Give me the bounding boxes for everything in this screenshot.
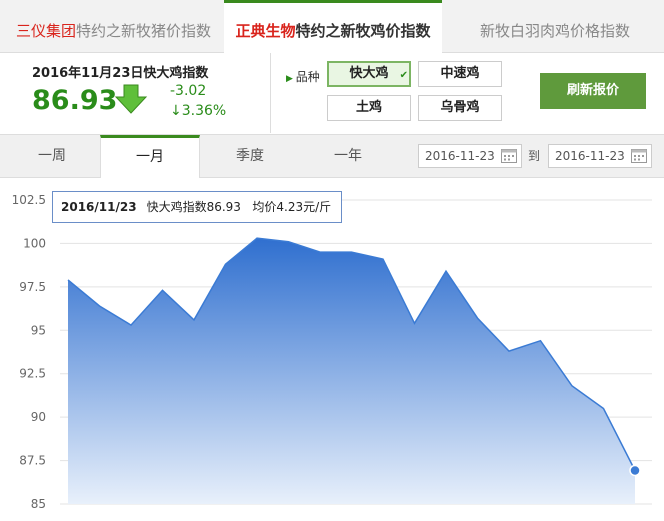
tab-chicken-index[interactable]: 正典生物特约之新牧鸡价指数: [224, 0, 442, 53]
y-tick-label: 90: [31, 410, 46, 424]
calendar-icon[interactable]: [631, 149, 647, 163]
check-icon: ✔: [399, 70, 408, 81]
y-tick-label: 85: [31, 497, 46, 511]
y-tick-label: 97.5: [19, 280, 46, 294]
index-title: 2016年11月23日快大鸡指数: [32, 66, 209, 81]
option-label: 快大鸡: [349, 66, 389, 81]
y-tick-label: 102.5: [12, 193, 46, 207]
chart-area: [68, 238, 635, 504]
period-tab-quarter[interactable]: 季度: [200, 135, 300, 177]
period-tab-year[interactable]: 一年: [298, 135, 398, 177]
period-tab-month[interactable]: 一月: [100, 135, 200, 178]
variety-option-wugu[interactable]: 乌骨鸡: [418, 95, 502, 121]
tooltip-avg-price: 均价4.23元/斤: [252, 200, 332, 214]
tab-pig-index[interactable]: 三仪集团特约之新牧猪价指数: [16, 0, 211, 52]
tooltip-date: 2016/11/23: [61, 200, 137, 214]
tab-brand: 正典生物: [235, 22, 296, 40]
index-info-panel: 2016年11月23日快大鸡指数 86.93 -3.02 ↓3.36% ▶ 品种…: [0, 53, 664, 133]
date-from-input[interactable]: 2016-11-23: [418, 144, 522, 168]
variety-label: ▶ 品种: [286, 68, 320, 85]
index-value: 86.93: [32, 85, 118, 116]
y-tick-label: 95: [31, 323, 46, 337]
variety-option-tuji[interactable]: 土鸡: [327, 95, 411, 121]
date-from-text: 2016-11-23: [425, 149, 495, 163]
tab-label: 特约之新牧鸡价指数: [295, 22, 431, 40]
index-change: -3.02 ↓3.36%: [170, 81, 226, 121]
change-percent: ↓3.36%: [170, 103, 227, 119]
change-value: -3.02: [170, 83, 207, 99]
y-tick-label: 87.5: [19, 454, 46, 468]
variety-option-zhongsu[interactable]: 中速鸡: [418, 61, 502, 87]
data-point-highlight[interactable]: [629, 464, 641, 477]
calendar-icon[interactable]: [501, 149, 517, 163]
triangle-right-icon: ▶: [286, 74, 296, 84]
tooltip-index: 快大鸡指数86.93: [146, 200, 241, 214]
date-to-input[interactable]: 2016-11-23: [548, 144, 652, 168]
option-label: 乌骨鸡: [440, 100, 480, 115]
refresh-price-button[interactable]: 刷新报价: [540, 73, 646, 109]
option-label: 土鸡: [355, 100, 382, 115]
y-tick-label: 92.5: [19, 367, 46, 381]
index-summary: 2016年11月23日快大鸡指数 86.93 -3.02 ↓3.36%: [0, 53, 271, 133]
option-label: 中速鸡: [440, 66, 480, 81]
tab-broiler-index[interactable]: 新牧白羽肉鸡价格指数: [480, 0, 630, 52]
variety-label-text: 品种: [295, 70, 320, 84]
date-to-label: 到: [528, 149, 541, 163]
variety-option-kuaida[interactable]: 快大鸡 ✔: [327, 61, 411, 87]
chicken-index-chart: 102.5 100 97.5 95 92.5 90 87.5 85: [12, 193, 652, 511]
date-to-text: 2016-11-23: [555, 149, 625, 163]
period-tabs: 一周 一月 季度 一年 2016-11-23 到 2016-11-23: [0, 134, 664, 178]
tab-brand: 三仪集团: [16, 22, 77, 40]
period-tab-week[interactable]: 一周: [2, 135, 102, 177]
tab-label: 特约之新牧猪价指数: [76, 22, 212, 40]
tab-label: 新牧白羽肉鸡价格指数: [480, 22, 631, 40]
chart-tooltip: 2016/11/23 快大鸡指数86.93 均价4.23元/斤: [52, 191, 342, 223]
arrow-down-icon: [114, 84, 148, 114]
index-tabs: 三仪集团特约之新牧猪价指数 正典生物特约之新牧鸡价指数 新牧白羽肉鸡价格指数: [0, 0, 664, 53]
y-tick-label: 100: [23, 236, 46, 250]
